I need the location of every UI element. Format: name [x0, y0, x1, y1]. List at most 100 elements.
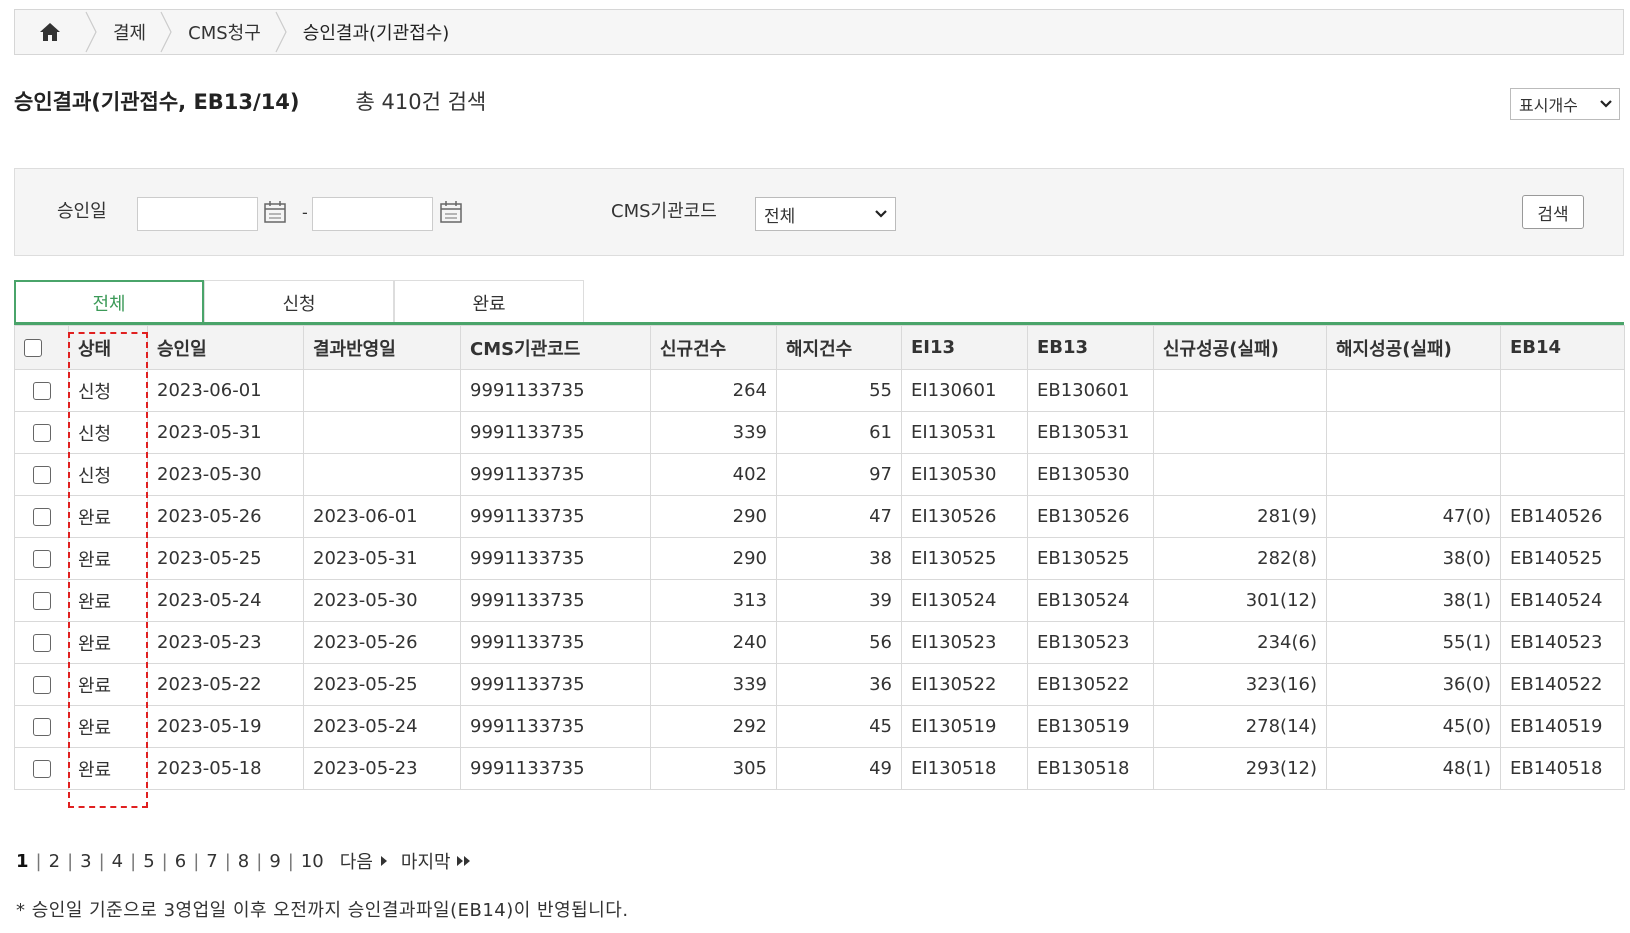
col-eb14: EB14	[1500, 325, 1625, 370]
row-checkbox[interactable]	[32, 424, 51, 442]
tab-all[interactable]: 전체	[14, 280, 204, 324]
cell-ei13: EI130518	[901, 747, 1028, 790]
breadcrumb-item-current: 승인결과(기관접수)	[302, 23, 450, 44]
cell-eb13: EB130519	[1027, 705, 1154, 748]
cell-cancel-count: 36	[776, 663, 902, 706]
table-row[interactable]: 신청 2023-06-01 9991133735 264 55 EI130601 EB130…	[14, 369, 1625, 412]
table-row[interactable]: 신청 2023-05-31 9991133735 339 61 EI130531 EB130…	[14, 411, 1625, 454]
tab-applied[interactable]: 신청	[204, 280, 394, 324]
date-from-input[interactable]	[137, 197, 258, 231]
row-checkbox-cell[interactable]	[14, 453, 69, 496]
row-checkbox[interactable]	[32, 718, 51, 736]
col-eb13: EB13	[1027, 325, 1154, 370]
row-checkbox-cell[interactable]	[14, 495, 69, 538]
table-row[interactable]: 완료 2023-05-26 2023-06-01 9991133735 290 47 EI1…	[14, 495, 1625, 538]
page-link[interactable]: 10	[301, 851, 324, 872]
cell-cancel-success: 36(0)	[1326, 663, 1501, 706]
cell-cms-code: 9991133735	[460, 705, 651, 748]
row-checkbox[interactable]	[32, 550, 51, 568]
row-checkbox[interactable]	[32, 634, 51, 652]
cms-code-select[interactable]: 전체	[755, 197, 896, 231]
cell-eb13: EB130601	[1027, 369, 1154, 412]
footnote: * 승인일 기준으로 3영업일 이후 오전까지 승인결과파일(EB14)이 반영…	[16, 900, 629, 921]
cell-approval-date: 2023-05-23	[147, 621, 304, 664]
date-to-input[interactable]	[312, 197, 433, 231]
chevron-right-icon	[275, 10, 289, 54]
row-checkbox-cell[interactable]	[14, 369, 69, 412]
cell-result-date	[303, 453, 461, 496]
page-title: 승인결과(기관접수, EB13/14)	[14, 90, 300, 114]
table-row[interactable]: 완료 2023-05-19 2023-05-24 9991133735 292 45 EI1…	[14, 705, 1625, 748]
display-count-select[interactable]: 표시개수	[1510, 88, 1620, 120]
breadcrumb-item-payment[interactable]: 결제	[99, 19, 160, 45]
row-checkbox[interactable]	[32, 382, 51, 400]
cell-new-count: 339	[650, 663, 777, 706]
row-checkbox-cell[interactable]	[14, 747, 69, 790]
row-checkbox-cell[interactable]	[14, 579, 69, 622]
table-row[interactable]: 완료 2023-05-24 2023-05-30 9991133735 313 39 EI1…	[14, 579, 1625, 622]
page-link[interactable]: 4	[112, 851, 123, 872]
cell-eb13: EB130525	[1027, 537, 1154, 580]
cell-cancel-count: 45	[776, 705, 902, 748]
table-row[interactable]: 완료 2023-05-22 2023-05-25 9991133735 339 36 EI1…	[14, 663, 1625, 706]
row-checkbox-cell[interactable]	[14, 663, 69, 706]
cell-cms-code: 9991133735	[460, 369, 651, 412]
home-link[interactable]	[15, 10, 85, 54]
cell-status: 신청	[68, 453, 148, 496]
row-checkbox-cell[interactable]	[14, 705, 69, 748]
cell-new-success	[1153, 369, 1327, 412]
row-checkbox-cell[interactable]	[14, 537, 69, 580]
last-page-link[interactable]: 마지막	[401, 848, 473, 874]
row-checkbox-cell[interactable]	[14, 411, 69, 454]
col-new-success: 신규성공(실패)	[1153, 325, 1327, 370]
page-link[interactable]: 3	[80, 851, 91, 872]
cell-cancel-count: 55	[776, 369, 902, 412]
page-link[interactable]: 9	[269, 851, 280, 872]
select-all-checkbox[interactable]	[24, 339, 42, 357]
page-link[interactable]: 7	[206, 851, 217, 872]
cell-new-success: 282(8)	[1153, 537, 1327, 580]
calendar-icon[interactable]	[262, 199, 288, 225]
cell-eb14	[1500, 369, 1625, 412]
row-checkbox[interactable]	[32, 760, 51, 778]
page-link[interactable]: 2	[49, 851, 60, 872]
row-checkbox[interactable]	[32, 466, 51, 484]
calendar-icon[interactable]	[438, 199, 464, 225]
cell-ei13: EI130519	[901, 705, 1028, 748]
cell-cms-code: 9991133735	[460, 663, 651, 706]
cell-new-count: 339	[650, 411, 777, 454]
cell-new-count: 292	[650, 705, 777, 748]
col-new-count: 신규건수	[650, 325, 777, 370]
page-link[interactable]: 6	[175, 851, 186, 872]
search-button[interactable]: 검색	[1522, 195, 1584, 229]
row-checkbox[interactable]	[32, 508, 51, 526]
approval-date-label: 승인일	[57, 201, 107, 222]
cell-approval-date: 2023-05-24	[147, 579, 304, 622]
page-link[interactable]: 1	[16, 851, 29, 872]
next-page-link[interactable]: 다음	[340, 848, 391, 874]
cell-status: 완료	[68, 705, 148, 748]
search-panel: 승인일 - CMS기관코드 전체 검색	[14, 168, 1624, 256]
row-checkbox-cell[interactable]	[14, 621, 69, 664]
cell-result-date: 2023-05-24	[303, 705, 461, 748]
tab-completed[interactable]: 완료	[394, 280, 584, 324]
cell-ei13: EI130531	[901, 411, 1028, 454]
next-page-label: 다음	[339, 852, 373, 873]
page-link[interactable]: 8	[238, 851, 249, 872]
row-checkbox[interactable]	[32, 592, 51, 610]
table-row[interactable]: 완료 2023-05-25 2023-05-31 9991133735 290 38 EI1…	[14, 537, 1625, 580]
table-row[interactable]: 신청 2023-05-30 9991133735 402 97 EI130530 EB130…	[14, 453, 1625, 496]
cell-new-success: 234(6)	[1153, 621, 1327, 664]
cell-cancel-count: 97	[776, 453, 902, 496]
chevron-down-icon	[1600, 100, 1612, 108]
cell-status: 완료	[68, 579, 148, 622]
cell-eb14	[1500, 411, 1625, 454]
select-all-checkbox-cell[interactable]	[14, 325, 69, 370]
table-row[interactable]: 완료 2023-05-18 2023-05-23 9991133735 305 49 EI1…	[14, 747, 1625, 790]
row-checkbox[interactable]	[32, 676, 51, 694]
breadcrumb-item-cms-billing[interactable]: CMS청구	[174, 19, 275, 45]
page-link[interactable]: 5	[143, 851, 154, 872]
cell-eb14: EB140525	[1500, 537, 1625, 580]
table-row[interactable]: 완료 2023-05-23 2023-05-26 9991133735 240 56 EI1…	[14, 621, 1625, 664]
cell-new-success: 278(14)	[1153, 705, 1327, 748]
